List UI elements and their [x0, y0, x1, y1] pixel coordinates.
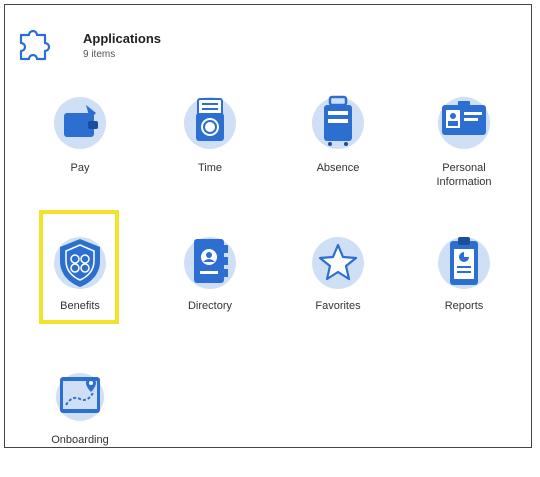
- app-label: Favorites: [315, 300, 361, 312]
- app-tile-favorites[interactable]: Favorites: [283, 233, 393, 343]
- app-label: Absence: [316, 162, 360, 174]
- app-label: Benefits: [60, 300, 100, 312]
- puzzle-icon: [19, 29, 51, 61]
- shield-icon: [54, 237, 106, 289]
- app-tile-absence[interactable]: Absence: [283, 91, 393, 201]
- app-label: Reports: [444, 300, 484, 312]
- app-label: Pay: [70, 162, 90, 174]
- header-title: Applications: [83, 31, 162, 46]
- app-tile-benefits[interactable]: Benefits: [25, 233, 135, 343]
- app-tile-onboarding[interactable]: Onboarding: [25, 367, 135, 477]
- clipboard-report-icon: [438, 237, 490, 289]
- applications-panel: Applications 9 items Pay Time Absence Pe…: [4, 4, 532, 448]
- app-tile-time[interactable]: Time: [155, 91, 265, 201]
- app-label: Directory: [187, 300, 232, 312]
- app-tile-directory[interactable]: Directory: [155, 233, 265, 343]
- app-tile-reports[interactable]: Reports: [409, 233, 519, 343]
- app-label-line2: Information: [436, 176, 492, 188]
- onboarding-map-icon: [56, 373, 104, 421]
- wallet-icon: [54, 97, 106, 149]
- app-tile-pay[interactable]: Pay: [25, 91, 135, 201]
- suitcase-icon: [312, 95, 364, 149]
- applications-header: Applications 9 items: [15, 23, 315, 73]
- directory-book-icon: [184, 237, 236, 289]
- app-label: Onboarding: [51, 434, 109, 446]
- app-label: Time: [197, 162, 223, 174]
- id-card-icon: [438, 97, 490, 149]
- header-item-count: 9 items: [83, 49, 116, 60]
- app-tile-personal-information[interactable]: Personal Information: [409, 91, 519, 201]
- app-label: Personal: [442, 162, 486, 174]
- star-icon: [312, 237, 364, 289]
- clock-icon: [184, 97, 236, 149]
